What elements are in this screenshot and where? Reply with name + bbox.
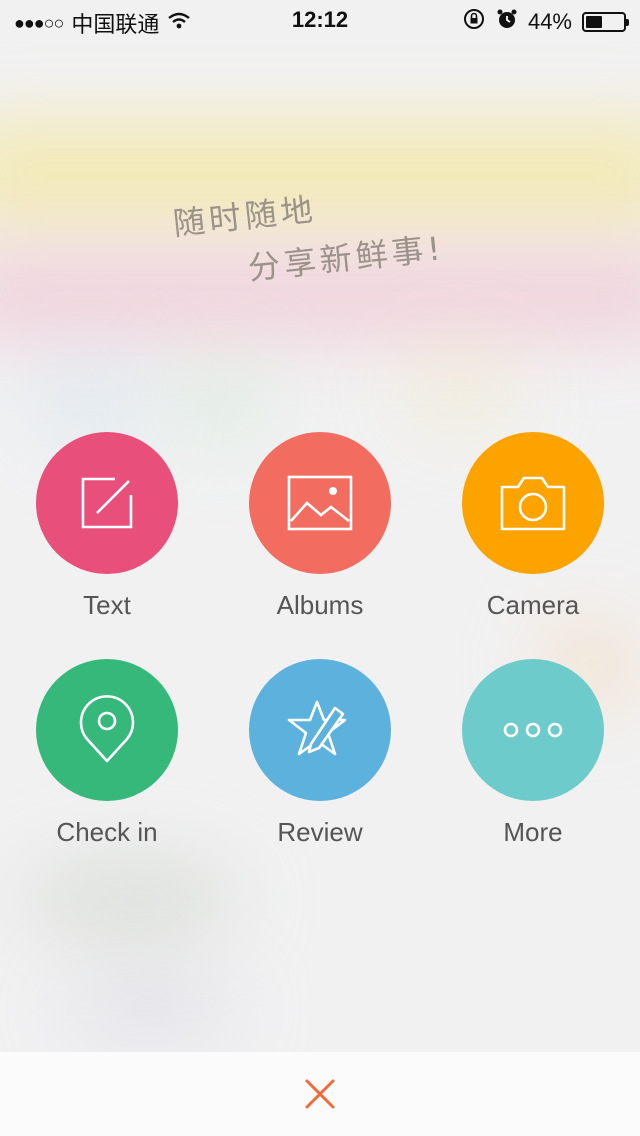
compose-icon xyxy=(81,477,133,529)
camera-icon xyxy=(500,476,566,531)
action-review-label: Review xyxy=(277,817,363,847)
bottom-bar xyxy=(0,1052,640,1136)
action-albums-label: Albums xyxy=(276,590,364,620)
battery-icon xyxy=(582,12,629,32)
close-button[interactable] xyxy=(295,1069,345,1119)
close-icon xyxy=(305,1079,335,1109)
action-text-label: Text xyxy=(83,590,131,620)
action-albums[interactable]: Albums xyxy=(220,432,420,621)
alarm-icon xyxy=(496,8,518,36)
action-review[interactable]: Review xyxy=(220,659,420,848)
action-more-label: More xyxy=(503,817,563,847)
status-bar: ●●●○○ 中国联通 12:12 44% xyxy=(0,0,640,40)
rotation-lock-icon xyxy=(462,7,486,37)
star-pen-icon xyxy=(287,700,347,756)
action-camera-label: Camera xyxy=(486,590,580,620)
action-text[interactable]: Text xyxy=(7,432,207,621)
action-review-circle[interactable] xyxy=(249,659,391,801)
action-camera-circle[interactable] xyxy=(462,432,604,574)
location-pin-icon xyxy=(79,695,135,763)
more-dots-icon xyxy=(503,722,563,738)
action-camera[interactable]: Camera xyxy=(433,432,633,621)
battery-percent: 44% xyxy=(527,9,572,34)
action-more[interactable]: More xyxy=(433,659,633,848)
action-check-in[interactable]: Check in xyxy=(7,659,207,848)
action-text-circle[interactable] xyxy=(36,432,178,574)
action-check-in-circle[interactable] xyxy=(36,659,178,801)
image-icon xyxy=(287,475,353,531)
action-albums-circle[interactable] xyxy=(249,432,391,574)
action-more-circle[interactable] xyxy=(462,659,604,801)
action-check-in-label: Check in xyxy=(56,817,158,847)
